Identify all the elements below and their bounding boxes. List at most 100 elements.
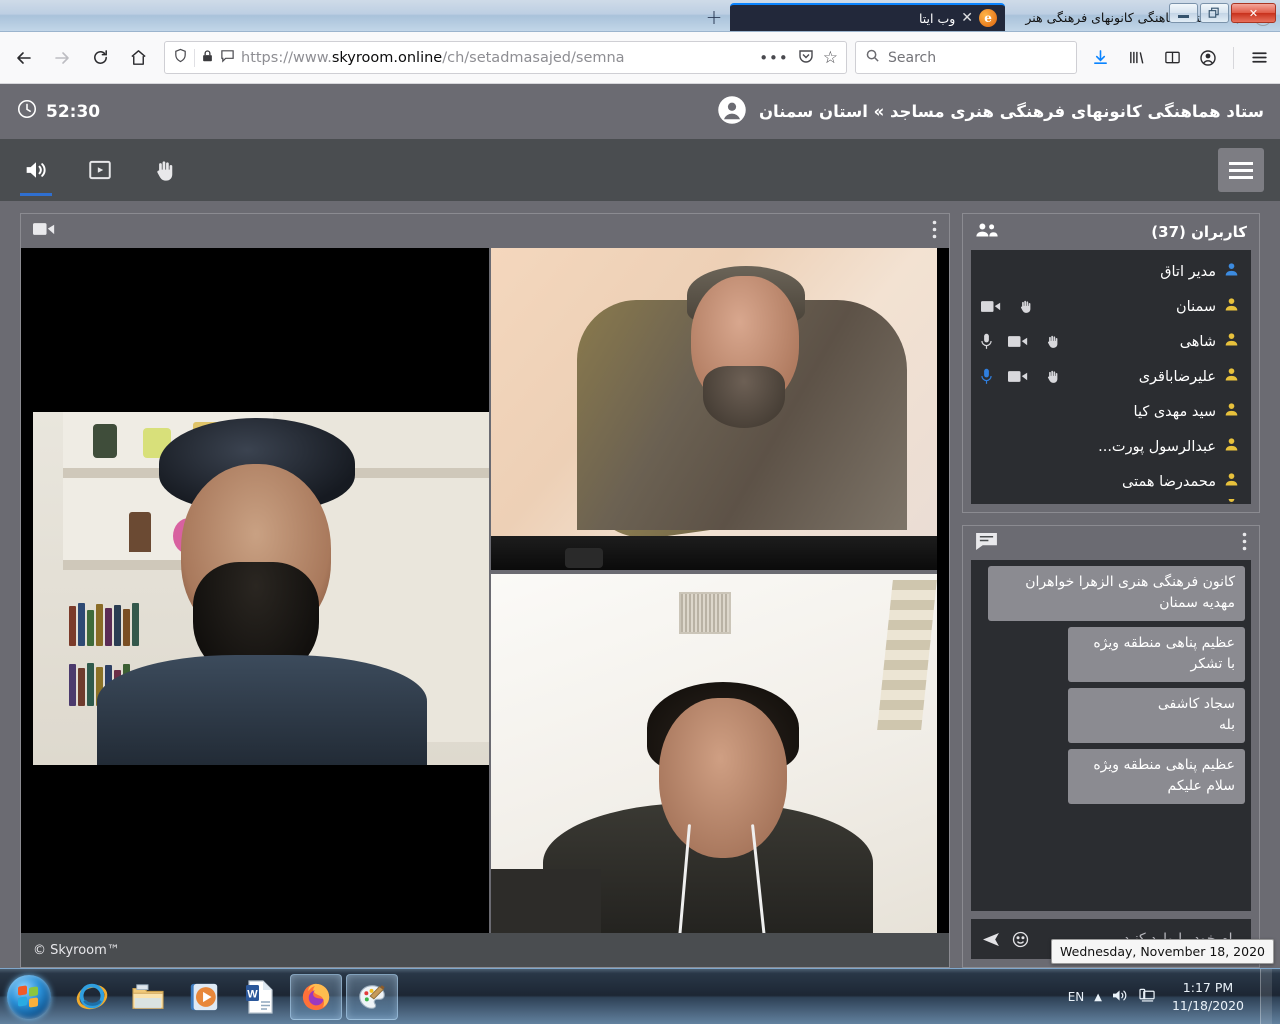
browser-toolbar-icons — [1079, 43, 1274, 73]
browser-tab-2[interactable]: e ✕ وب ایتا — [730, 3, 1005, 31]
tab-close-button[interactable]: ✕ — [961, 11, 973, 25]
windows-taskbar: W Wednesday, November 18, 2020 EN ▲ 1:17… — [0, 939, 1280, 1024]
forward-button[interactable] — [44, 40, 80, 76]
microphone-icon[interactable] — [981, 333, 992, 350]
timer-value: 52:30 — [46, 101, 101, 122]
raise-hand-icon[interactable] — [1017, 297, 1034, 316]
reload-button[interactable] — [82, 40, 118, 76]
user-list-item[interactable]: شاهی — [971, 324, 1251, 359]
address-bar[interactable]: https://www.skyroom.online/ch/setadmasaj… — [164, 41, 847, 74]
pocket-icon[interactable] — [798, 48, 814, 68]
firefox-icon[interactable] — [290, 973, 342, 1020]
app-header: 52:30 ستاد هماهنگی کانونهای فرهنگی هنری … — [0, 84, 1280, 139]
close-button[interactable]: ✕ — [1231, 3, 1276, 23]
app-main: © Skyroom™ کاربران (37) مدیر اتاق سمنان … — [0, 201, 1280, 968]
send-icon[interactable] — [981, 932, 1000, 947]
home-button[interactable] — [120, 40, 156, 76]
file-explorer-icon[interactable] — [122, 974, 174, 1020]
page-info-icon[interactable] — [220, 48, 235, 67]
show-hidden-icons-button[interactable]: ▲ — [1094, 992, 1102, 1003]
user-list-item[interactable]: علیرضاباقری — [971, 359, 1251, 394]
chat-messages[interactable]: کانون فرهنگی هنری الزهرا خواهران مهدیه س… — [971, 560, 1251, 911]
volume-icon[interactable] — [1112, 988, 1129, 1006]
taskbar-clock[interactable]: 1:17 PM 11/18/2020 — [1166, 979, 1250, 1015]
sidebar: کاربران (37) مدیر اتاق سمنان شاهی علیرضا… — [962, 213, 1260, 968]
chat-message-sender: کانون فرهنگی هنری الزهرا خواهران — [1025, 574, 1235, 590]
raise-hand-icon[interactable] — [1044, 332, 1061, 351]
user-list-item[interactable]: سمنان — [971, 289, 1251, 324]
screen-share-icon[interactable] — [80, 150, 120, 190]
menu-icon[interactable] — [1244, 43, 1274, 73]
language-indicator[interactable]: EN — [1068, 990, 1085, 1004]
page-actions-icon[interactable]: ••• — [759, 49, 789, 67]
library-icon[interactable] — [1121, 43, 1151, 73]
scene-detail — [97, 655, 427, 765]
new-tab-button[interactable]: + — [698, 3, 730, 31]
search-input[interactable]: Search — [855, 41, 1077, 74]
clock-date: 11/18/2020 — [1171, 998, 1244, 1013]
user-name: محمدرضا همتی — [1122, 473, 1216, 490]
users-list[interactable]: مدیر اتاق سمنان شاهی علیرضاباقری سید مهد… — [971, 250, 1251, 504]
video-tile-left[interactable] — [33, 248, 489, 933]
raise-hand-icon[interactable] — [144, 150, 184, 190]
svg-text:W: W — [247, 988, 258, 1000]
user-list-item[interactable]: مدیر اتاق — [971, 254, 1251, 289]
microsoft-word-icon[interactable]: W — [234, 974, 286, 1020]
people-icon[interactable] — [975, 221, 999, 243]
user-list-item[interactable]: سید مهدی کیا — [971, 394, 1251, 429]
user-list-item[interactable]: عبدالرسول پورت... — [971, 429, 1251, 464]
chat-message-text: مهدیه سمنان — [1159, 595, 1235, 611]
camera-icon[interactable] — [981, 300, 1001, 313]
back-button[interactable] — [6, 40, 42, 76]
video-grid — [21, 248, 949, 933]
raise-hand-icon[interactable] — [1044, 367, 1061, 386]
video-tile-bottom-right[interactable] — [491, 570, 937, 933]
menu-bar — [1229, 168, 1253, 172]
page-title: ستاد هماهنگی کانونهای فرهنگی هنری مساجد … — [758, 102, 1264, 121]
start-button[interactable] — [2, 971, 56, 1023]
taskbar-buttons: W — [66, 973, 398, 1020]
windows-media-player-icon[interactable] — [178, 974, 230, 1020]
kebab-menu-icon[interactable] — [1242, 532, 1247, 555]
bookmark-star-icon[interactable]: ☆ — [823, 48, 838, 68]
speaker-icon[interactable] — [16, 150, 56, 196]
sidebar-icon[interactable] — [1157, 43, 1187, 73]
shield-icon[interactable] — [173, 48, 188, 67]
microphone-active-icon[interactable] — [981, 368, 992, 385]
paint-icon[interactable] — [346, 973, 398, 1020]
chat-message-sender: عظیم پناهی منطقه ویژه — [1093, 635, 1235, 651]
divider — [1233, 46, 1234, 69]
download-icon[interactable] — [1085, 43, 1115, 73]
chat-icon[interactable] — [975, 532, 998, 554]
camera-icon[interactable] — [1008, 370, 1028, 383]
internet-explorer-icon[interactable] — [66, 974, 118, 1020]
user-list-item[interactable]: محمدرضا همتی — [971, 464, 1251, 499]
user-list-item-partial[interactable] — [971, 499, 1251, 504]
camera-icon[interactable] — [1008, 335, 1028, 348]
clock-time: 1:17 PM — [1182, 979, 1234, 995]
user-circle-icon[interactable] — [717, 95, 747, 129]
chat-message: کانون فرهنگی هنری الزهرا خواهران مهدیه س… — [987, 566, 1245, 621]
video-stream — [33, 412, 489, 765]
search-icon — [865, 48, 880, 67]
chat-message: عظیم پناهی منطقه ویژه سلام علیکم — [1068, 749, 1245, 804]
navigation-toolbar: https://www.skyroom.online/ch/setadmasaj… — [0, 32, 1280, 84]
session-timer: 52:30 — [16, 98, 100, 125]
minimize-button[interactable] — [1169, 3, 1198, 23]
video-scene — [491, 574, 937, 933]
kebab-menu-icon[interactable] — [932, 220, 937, 243]
account-icon[interactable] — [1193, 43, 1223, 73]
lock-icon[interactable] — [201, 48, 214, 67]
emoji-icon[interactable] — [1012, 931, 1029, 948]
video-tile-top-right[interactable] — [491, 248, 937, 570]
menu-bar — [1229, 161, 1253, 165]
maximize-button[interactable] — [1200, 3, 1229, 23]
network-icon[interactable] — [1139, 988, 1156, 1006]
divider — [194, 48, 195, 67]
chat-panel-header — [963, 526, 1259, 560]
chat-message-sender: سجاد کاشفی — [1157, 696, 1235, 712]
scene-detail — [659, 698, 787, 858]
app-menu-button[interactable] — [1218, 148, 1264, 192]
camera-icon[interactable] — [33, 221, 55, 241]
show-desktop-button[interactable] — [1260, 969, 1272, 1024]
